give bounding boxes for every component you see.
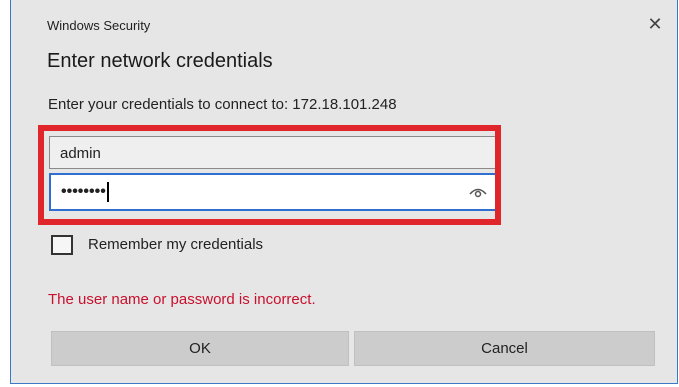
close-button[interactable]: ✕	[643, 12, 667, 36]
window-title: Windows Security	[47, 18, 151, 33]
ok-button[interactable]: OK	[51, 331, 349, 366]
connect-prompt: Enter your credentials to connect to: 17…	[48, 96, 397, 113]
dialog-heading: Enter network credentials	[47, 50, 273, 72]
remember-credentials-label[interactable]: Remember my credentials	[88, 236, 263, 253]
credentials-dialog: Windows Security ✕ Enter network credent…	[10, 0, 678, 384]
remember-credentials-checkbox[interactable]	[51, 235, 73, 255]
close-icon: ✕	[647, 14, 663, 34]
title-bar: Windows Security ✕	[11, 0, 677, 40]
cancel-button[interactable]: Cancel	[354, 331, 655, 366]
error-message: The user name or password is incorrect.	[48, 291, 316, 308]
screen: Windows Security ✕ Enter network credent…	[0, 0, 679, 387]
highlight-annotation	[38, 125, 501, 225]
